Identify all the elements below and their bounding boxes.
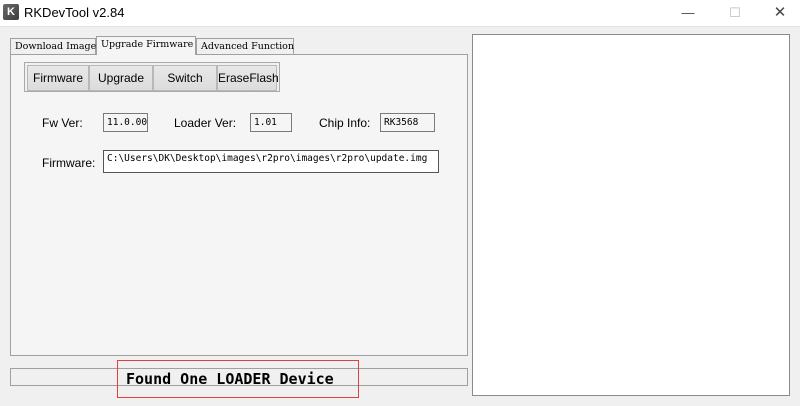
switch-button[interactable]: Switch [153,65,217,91]
fw-ver-field: 11.0.00 [103,113,148,132]
close-button[interactable]: ✕ [760,0,800,26]
erase-flash-button[interactable]: EraseFlash [217,65,279,91]
firmware-button[interactable]: Firmware [27,65,89,91]
tab-advanced-function[interactable]: Advanced Function [196,38,294,54]
chip-info-label: Chip Info: [319,116,371,130]
minimize-button[interactable]: — [668,0,708,26]
title-bar: K RKDevTool v2.84 — ☐ ✕ [0,0,800,27]
upgrade-button[interactable]: Upgrade [89,65,153,91]
action-button-group: Firmware Upgrade Switch EraseFlash [24,62,280,92]
maximize-button[interactable]: ☐ [715,0,755,26]
chip-info-field: RK3568 [380,113,435,132]
log-output-pane[interactable] [472,34,790,396]
fw-ver-label: Fw Ver: [42,116,83,130]
loader-ver-label: Loader Ver: [174,116,237,130]
app-icon: K [3,4,19,20]
window-title: RKDevTool v2.84 [24,5,125,20]
firmware-label: Firmware: [42,156,96,170]
loader-ver-field: 1.01 [250,113,292,132]
upgrade-firmware-panel [10,54,468,356]
status-message: Found One LOADER Device [117,360,359,398]
tab-upgrade-firmware[interactable]: Upgrade Firmware [96,36,196,55]
firmware-path-field[interactable]: C:\Users\DK\Desktop\images\r2pro\images\… [103,150,439,173]
tab-download-image[interactable]: Download Image [10,38,96,54]
